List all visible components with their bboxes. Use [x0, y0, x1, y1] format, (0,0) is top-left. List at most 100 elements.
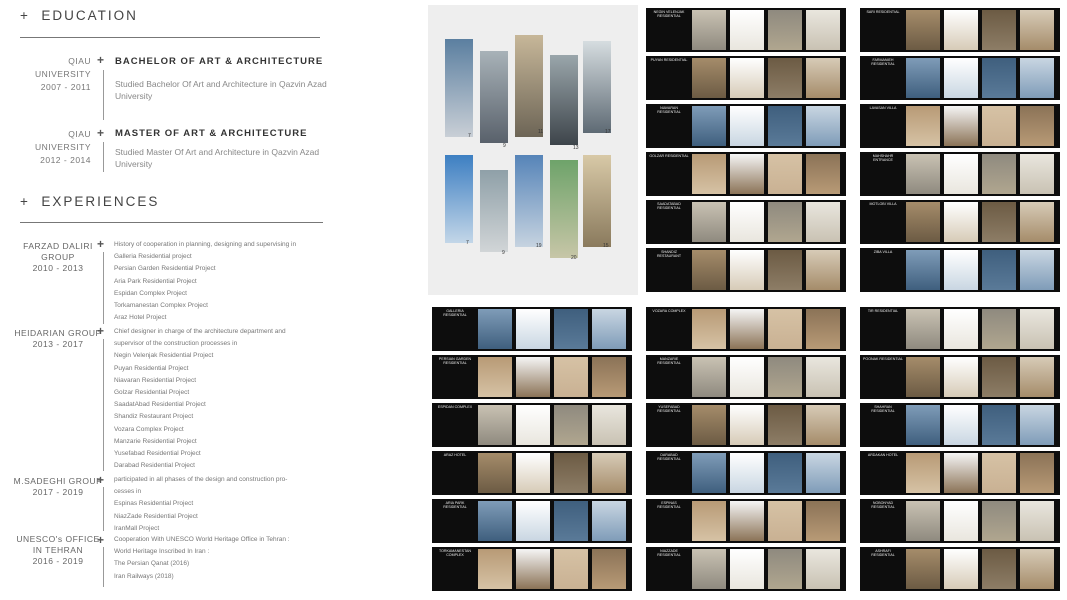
project-row: LAVASAN VILLA — [860, 104, 1060, 148]
project-thumbnail — [692, 250, 726, 290]
project-thumbnail — [906, 10, 940, 50]
project-thumbnail — [1020, 549, 1054, 589]
project-row: SHAHRAN RESIDENTIAL — [860, 403, 1060, 447]
project-label: NOBONYAD RESIDENTIAL — [871, 501, 895, 510]
project-thumbnail — [768, 10, 802, 50]
edu-desc-2: Studied Master Of Art and Architecture i… — [115, 147, 320, 169]
edu-school-1: QIAU UNIVERSITY 2007 - 2011 — [34, 56, 91, 92]
exp-lines-3: participated in all phases of the design… — [114, 476, 288, 532]
project-thumbnail — [768, 309, 802, 349]
project-thumbnail — [554, 501, 588, 541]
project-thumbnail — [982, 453, 1016, 493]
project-thumbnail — [692, 58, 726, 98]
project-thumbnail — [906, 549, 940, 589]
plus-icon: + — [97, 53, 105, 67]
project-thumbnail — [982, 58, 1016, 98]
project-thumbnail — [730, 202, 764, 242]
project-label: NIAVARAN RESIDENTIAL — [657, 106, 681, 115]
project-thumbnail — [1020, 453, 1054, 493]
project-thumbnail — [592, 309, 626, 349]
exp-timeline — [103, 487, 104, 531]
portfolio-cover: 7 9 11 13 17 7 9 19 20 15 — [428, 5, 638, 295]
project-label: YUSEFABAD RESIDENTIAL — [657, 405, 681, 414]
building-image — [515, 155, 543, 247]
project-thumbnail — [806, 10, 840, 50]
project-label: GALLERIA RESIDENTIAL — [443, 309, 467, 318]
project-thumbnail — [730, 154, 764, 194]
project-thumbnail — [982, 202, 1016, 242]
project-row: ESPINAS RESIDENTIAL — [646, 499, 846, 543]
exp-timeline — [103, 339, 104, 471]
cover-number: 17 — [605, 129, 611, 135]
project-thumbnail — [944, 405, 978, 445]
edu-timeline — [103, 70, 104, 120]
cover-number: 19 — [536, 243, 542, 249]
project-thumbnail — [944, 58, 978, 98]
exp-org-2: HEIDARIAN GROUP 2013 - 2017 — [14, 328, 102, 349]
building-image — [583, 155, 611, 247]
project-thumbnail — [806, 309, 840, 349]
project-thumbnail — [516, 549, 550, 589]
project-thumbnail — [592, 453, 626, 493]
project-thumbnail — [730, 501, 764, 541]
project-thumbnail — [1020, 501, 1054, 541]
project-thumbnail — [692, 549, 726, 589]
project-thumbnail — [692, 106, 726, 146]
project-thumbnail — [906, 58, 940, 98]
edu-desc-1: Studied Bachelor Of Art and Architecture… — [115, 79, 327, 101]
project-thumbnail — [768, 357, 802, 397]
project-thumbnail — [806, 250, 840, 290]
project-label: ESPINAS RESIDENTIAL — [657, 501, 681, 510]
project-thumbnail — [906, 357, 940, 397]
project-label: POONAK RESIDENTIAL — [863, 357, 903, 361]
project-thumbnail — [1020, 309, 1054, 349]
project-thumbnail — [906, 106, 940, 146]
project-thumbnail — [768, 202, 802, 242]
project-thumbnail — [692, 202, 726, 242]
experiences-divider — [20, 222, 323, 223]
cover-number: 7 — [468, 133, 471, 139]
exp-timeline — [103, 252, 104, 324]
project-row: GALLERIA RESIDENTIAL — [432, 307, 632, 351]
project-thumbnail — [1020, 58, 1054, 98]
project-row: NEGIN VELENJAK RESIDENTIAL — [646, 8, 846, 52]
project-label: GOLZAR RESIDENTIAL — [649, 154, 689, 158]
project-label: VOZARA COMPLEX — [652, 309, 686, 313]
project-thumbnail — [692, 405, 726, 445]
building-image — [480, 51, 508, 143]
edu-degree-2: MASTER OF ART & ARCHITECTURE — [115, 128, 308, 139]
project-thumbnail — [982, 10, 1016, 50]
project-thumbnail — [1020, 250, 1054, 290]
project-thumbnail — [516, 309, 550, 349]
project-thumbnail — [768, 405, 802, 445]
project-row: ARIA PARK RESIDENTIAL — [432, 499, 632, 543]
project-thumbnail — [592, 549, 626, 589]
cover-number: 13 — [573, 145, 579, 151]
project-thumbnail — [516, 405, 550, 445]
project-thumbnail — [982, 501, 1016, 541]
project-row: PERSIAN GARDEN RESIDENTIAL — [432, 355, 632, 399]
project-label: TIR RESIDENTIAL — [867, 309, 899, 313]
project-row: FARMANIEH RESIDENTIAL — [860, 56, 1060, 100]
project-label: MOTLOBI VILLA — [869, 202, 897, 206]
project-thumbnail — [768, 154, 802, 194]
exp-org-1: FARZAD DALIRI GROUP 2010 - 2013 — [23, 241, 93, 273]
cover-number: 15 — [603, 243, 609, 249]
project-thumbnail — [982, 357, 1016, 397]
project-thumbnail — [478, 501, 512, 541]
project-thumbnail — [592, 501, 626, 541]
project-label: DARABAD RESIDENTIAL — [657, 453, 681, 462]
project-thumbnail — [554, 309, 588, 349]
project-row: ASHRAFI RESIDENTIAL — [860, 547, 1060, 591]
cover-number: 7 — [466, 240, 469, 246]
page-bottom-middle: VOZARA COMPLEX MANZARIE RESIDENTIAL YUSEFA… — [646, 307, 846, 597]
resume-panel: + EDUCATION QIAU UNIVERSITY 2007 - 2011 … — [0, 0, 420, 600]
cover-number: 9 — [503, 143, 506, 149]
project-thumbnail — [944, 453, 978, 493]
project-label: ARDAKAN HOTEL — [867, 453, 899, 457]
project-row: NIAVARAN RESIDENTIAL — [646, 104, 846, 148]
project-thumbnail — [1020, 357, 1054, 397]
project-thumbnail — [806, 453, 840, 493]
exp-lines-1: History of cooperation in planning, desi… — [114, 241, 297, 322]
project-row: POONAK RESIDENTIAL — [860, 355, 1060, 399]
